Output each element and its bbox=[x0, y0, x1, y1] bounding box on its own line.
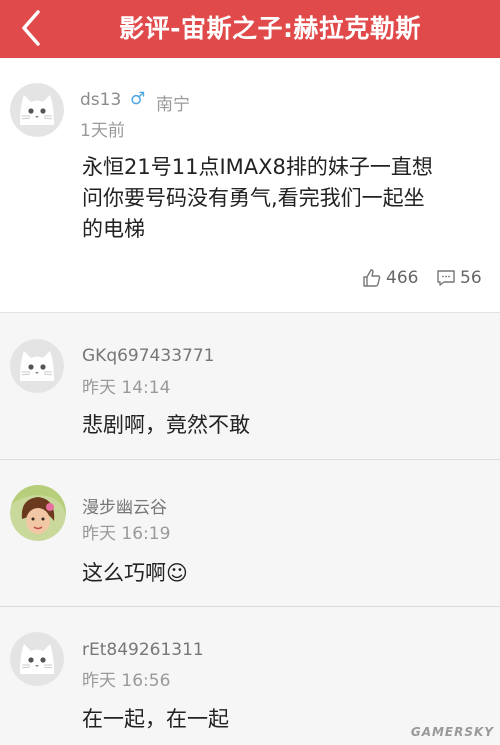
main-post: ds13 ♂ 南宁 1天前 永恒21号11点IMAX8排的妹子一直想 问你要号码… bbox=[0, 58, 500, 313]
app-header: 影评-宙斯之子:赫拉克勒斯 bbox=[0, 0, 500, 58]
post-content-line: 问你要号码没有勇气,看完我们一起坐 bbox=[82, 186, 425, 210]
thumbs-up-icon bbox=[363, 269, 381, 287]
reply-item: GKq697433771 昨天 14:14 悲剧啊，竟然不敢 bbox=[0, 314, 500, 460]
reply-username[interactable]: GKq697433771 bbox=[82, 346, 214, 366]
photo-avatar-icon bbox=[10, 485, 66, 541]
like-button[interactable]: 466 bbox=[362, 268, 418, 288]
reply-content: 在一起，在一起 bbox=[82, 707, 229, 731]
post-time: 1天前 bbox=[80, 121, 125, 141]
reply-username[interactable]: 漫步幽云谷 bbox=[82, 493, 167, 518]
post-location: 南宁 bbox=[156, 95, 190, 115]
cat-avatar-icon bbox=[10, 83, 64, 137]
watermark: GAMERSKY bbox=[410, 725, 494, 739]
post-content-line: 的电梯 bbox=[82, 217, 145, 241]
reply-time: 昨天 16:56 bbox=[82, 671, 171, 691]
chevron-left-icon bbox=[22, 10, 40, 46]
reply-avatar[interactable] bbox=[10, 632, 64, 686]
cat-avatar-icon bbox=[10, 339, 64, 393]
comment-icon bbox=[437, 270, 455, 286]
page-title: 影评-宙斯之子:赫拉克勒斯 bbox=[119, 14, 421, 43]
user-avatar[interactable] bbox=[10, 83, 64, 137]
post-username[interactable]: ds13 bbox=[80, 90, 121, 110]
post-content-line: 永恒21号11点IMAX8排的妹子一直想 bbox=[82, 155, 433, 179]
reply-item: 漫步幽云谷 昨天 16:19 这么巧啊☺ bbox=[0, 461, 500, 607]
cat-avatar-icon bbox=[10, 632, 64, 686]
reply-username[interactable]: rEt849261311 bbox=[82, 640, 204, 660]
reply-avatar[interactable] bbox=[10, 339, 64, 393]
post-content: 永恒21号11点IMAX8排的妹子一直想 问你要号码没有勇气,看完我们一起坐 的… bbox=[82, 152, 433, 245]
comment-count: 56 bbox=[460, 268, 482, 288]
back-button[interactable] bbox=[14, 8, 50, 48]
reply-time: 昨天 16:19 bbox=[82, 524, 171, 544]
reply-avatar[interactable] bbox=[10, 485, 66, 541]
comment-button[interactable]: 56 bbox=[436, 268, 482, 288]
reply-time: 昨天 14:14 bbox=[82, 378, 171, 398]
reply-content: 这么巧啊☺ bbox=[82, 561, 188, 585]
reply-content: 悲剧啊，竟然不敢 bbox=[82, 413, 250, 437]
like-count: 466 bbox=[386, 268, 419, 288]
gender-male-icon: ♂ bbox=[130, 89, 146, 109]
